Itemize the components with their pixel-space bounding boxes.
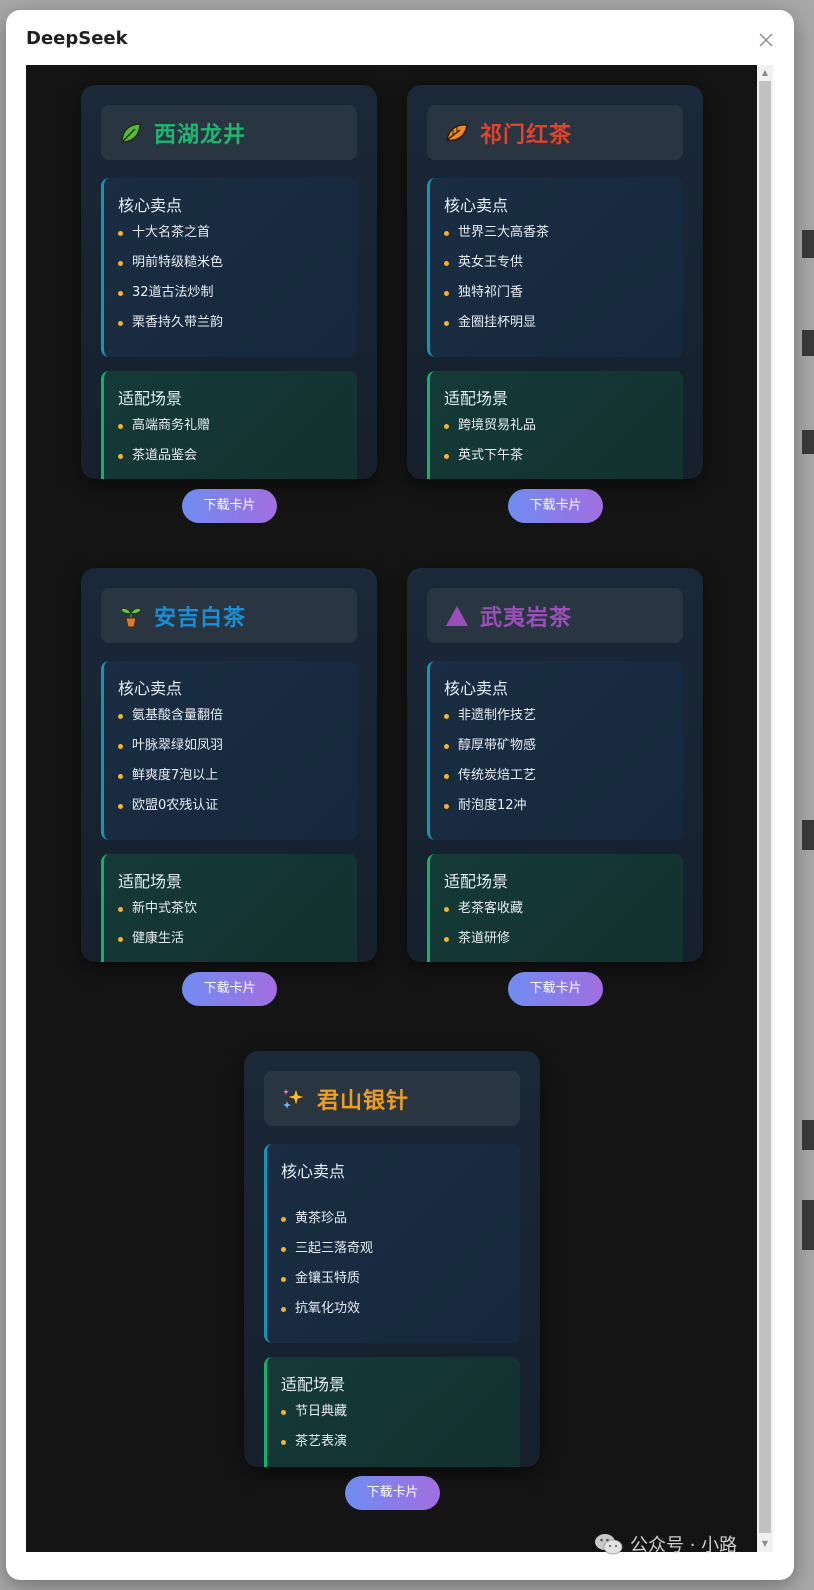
list-item: 老茶客收藏 (444, 899, 683, 929)
background-strip (802, 330, 814, 356)
list-item: 高端商务礼赠 (118, 416, 357, 446)
list-item: 耐泡度12冲 (444, 796, 683, 826)
section-title: 适配场景 (281, 1375, 346, 1394)
suitable-scenarios: 适配场景 节日典藏 茶艺表演 (264, 1357, 520, 1467)
close-button[interactable] (758, 32, 774, 48)
vertical-scrollbar[interactable]: ▲ ▼ (757, 65, 773, 1552)
scroll-up-arrow-icon[interactable]: ▲ (757, 65, 773, 81)
background-strip (802, 820, 814, 850)
list-item: 三起三落奇观 (281, 1239, 520, 1269)
card-header: 武夷岩茶 (427, 588, 683, 643)
core-selling-points: 核心卖点 十大名茶之首 明前特级糙米色 32道古法炒制 栗香持久带兰韵 (101, 178, 357, 357)
background-strip (802, 230, 814, 258)
list-item: 鲜爽度7泡以上 (118, 766, 357, 796)
suitable-scenarios: 适配场景 跨境贸易礼品 英式下午茶 (427, 371, 683, 479)
close-icon (759, 33, 773, 47)
list-item: 栗香持久带兰韵 (118, 313, 357, 343)
list-item: 金圈挂杯明显 (444, 313, 683, 343)
download-card-button[interactable]: 下载卡片 (182, 489, 277, 523)
card-preview-area: 西湖龙井 核心卖点 十大名茶之首 明前特级糙米色 32道古法炒制 栗香持久带兰韵… (26, 65, 757, 1552)
list-item: 节日典藏 (281, 1402, 520, 1432)
section-title: 核心卖点 (444, 679, 509, 698)
deepseek-dialog: DeepSeek 西湖龙井 核心卖点 十大名茶之首 明前特级糙米色 32道古法炒… (6, 10, 794, 1580)
card-title: 西湖龙井 (154, 122, 247, 148)
list-item: 世界三大高香茶 (444, 223, 683, 253)
suitable-scenarios: 适配场景 高端商务礼赠 茶道品鉴会 (101, 371, 357, 479)
dialog-header: DeepSeek (6, 10, 794, 66)
list-item: 传统炭焙工艺 (444, 766, 683, 796)
suitable-scenarios: 适配场景 老茶客收藏 茶道研修 (427, 854, 683, 962)
background-strip (802, 430, 814, 454)
section-title: 适配场景 (118, 389, 183, 408)
tea-card-junshan-yinzhen: 君山银针 核心卖点 黄茶珍品 三起三落奇观 金镶玉特质 抗氧化功效 适配场景 节… (244, 1051, 540, 1467)
tea-card-xihu-longjing: 西湖龙井 核心卖点 十大名茶之首 明前特级糙米色 32道古法炒制 栗香持久带兰韵… (81, 85, 377, 479)
sparkles-icon (280, 1085, 308, 1113)
fallen-leaf-icon (443, 119, 471, 147)
list-item: 茶道研修 (444, 929, 683, 959)
card-header: 安吉白茶 (101, 588, 357, 643)
scroll-down-arrow-icon[interactable]: ▼ (757, 1536, 773, 1552)
list-item: 茶道品鉴会 (118, 446, 357, 476)
card-title: 武夷岩茶 (480, 605, 573, 631)
list-item: 醇厚带矿物感 (444, 736, 683, 766)
wechat-icon (594, 1532, 624, 1556)
card-header: 西湖龙井 (101, 105, 357, 160)
list-item: 新中式茶饮 (118, 899, 357, 929)
download-card-button[interactable]: 下载卡片 (182, 972, 277, 1006)
suitable-scenarios: 适配场景 新中式茶饮 健康生活 (101, 854, 357, 962)
leaf-icon (117, 119, 145, 147)
seedling-icon (117, 602, 145, 630)
list-item: 英式下午茶 (444, 446, 683, 476)
tea-card-anji-baicha: 安吉白茶 核心卖点 氨基酸含量翻倍 叶脉翠绿如凤羽 鲜爽度7泡以上 欧盟0农残认… (81, 568, 377, 962)
list-item: 黄茶珍品 (281, 1209, 520, 1239)
watermark: 公众号 · 小路 (594, 1529, 737, 1559)
core-selling-points: 核心卖点 世界三大高香茶 英女王专供 独特祁门香 金圈挂杯明显 (427, 178, 683, 357)
section-title: 核心卖点 (444, 196, 509, 215)
list-item: 茶艺表演 (281, 1432, 520, 1462)
list-item: 健康生活 (118, 929, 357, 959)
scrollbar-thumb[interactable] (759, 81, 771, 1533)
list-item: 英女王专供 (444, 253, 683, 283)
list-item: 金镶玉特质 (281, 1269, 520, 1299)
list-item: 跨境贸易礼品 (444, 416, 683, 446)
list-item: 抗氧化功效 (281, 1299, 520, 1329)
card-header: 君山银针 (264, 1071, 520, 1126)
list-item: 独特祁门香 (444, 283, 683, 313)
tea-card-wuyi-yancha: 武夷岩茶 核心卖点 非遗制作技艺 醇厚带矿物感 传统炭焙工艺 耐泡度12冲 适配… (407, 568, 703, 962)
watermark-text: 公众号 · 小路 (630, 1535, 738, 1556)
card-header: 祁门红茶 (427, 105, 683, 160)
download-card-button[interactable]: 下载卡片 (345, 1476, 440, 1510)
background-strip (802, 1200, 814, 1250)
core-selling-points: 核心卖点 黄茶珍品 三起三落奇观 金镶玉特质 抗氧化功效 (264, 1144, 520, 1343)
section-title: 核心卖点 (118, 196, 183, 215)
card-title: 安吉白茶 (154, 605, 247, 631)
download-card-button[interactable]: 下载卡片 (508, 489, 603, 523)
list-item: 欧盟0农残认证 (118, 796, 357, 826)
triangle-icon (443, 602, 471, 630)
section-title: 核心卖点 (118, 679, 183, 698)
list-item: 十大名茶之首 (118, 223, 357, 253)
section-title: 核心卖点 (281, 1162, 346, 1181)
list-item: 氨基酸含量翻倍 (118, 706, 357, 736)
list-item: 非遗制作技艺 (444, 706, 683, 736)
card-title: 祁门红茶 (480, 122, 573, 148)
download-card-button[interactable]: 下载卡片 (508, 972, 603, 1006)
section-title: 适配场景 (444, 872, 509, 891)
list-item: 明前特级糙米色 (118, 253, 357, 283)
card-title: 君山银针 (317, 1088, 410, 1114)
section-title: 适配场景 (118, 872, 183, 891)
section-title: 适配场景 (444, 389, 509, 408)
core-selling-points: 核心卖点 氨基酸含量翻倍 叶脉翠绿如凤羽 鲜爽度7泡以上 欧盟0农残认证 (101, 661, 357, 840)
dialog-title: DeepSeek (26, 28, 128, 49)
tea-card-qimen-hongcha: 祁门红茶 核心卖点 世界三大高香茶 英女王专供 独特祁门香 金圈挂杯明显 适配场… (407, 85, 703, 479)
list-item: 32道古法炒制 (118, 283, 357, 313)
list-item: 叶脉翠绿如凤羽 (118, 736, 357, 766)
background-strip (802, 1120, 814, 1150)
core-selling-points: 核心卖点 非遗制作技艺 醇厚带矿物感 传统炭焙工艺 耐泡度12冲 (427, 661, 683, 840)
